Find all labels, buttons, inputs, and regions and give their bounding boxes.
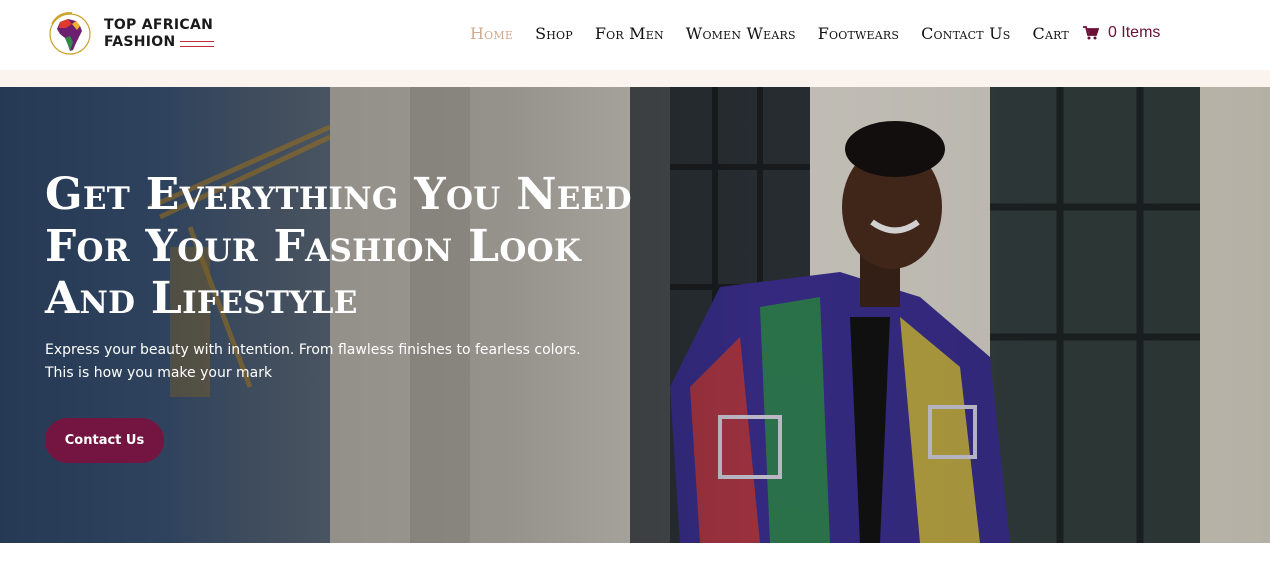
hero-title: Get Everything You Need For Your Fashion… xyxy=(45,169,632,324)
nav-cart[interactable]: Cart xyxy=(1033,24,1069,43)
logo-line-1: TOP AFRICAN xyxy=(104,17,214,33)
cart-item-count: 0 Items xyxy=(1107,24,1161,41)
nav-home[interactable]: Home xyxy=(470,24,513,43)
hero-subtitle-line-2: This is how you make your mark xyxy=(45,365,273,381)
logo-wordmark: TOP AFRICAN FASHION xyxy=(104,17,224,51)
logo-line-2: FASHION xyxy=(104,34,176,50)
header-divider-band xyxy=(0,70,1270,87)
hero-section: Get Everything You Need For Your Fashion… xyxy=(0,87,1270,543)
africa-map-logo-icon xyxy=(49,12,91,55)
hero-subtitle-line-1: Express your beauty with intention. From… xyxy=(45,342,581,358)
hero-subtitle: Express your beauty with intention. From… xyxy=(45,339,645,385)
shopping-cart-icon xyxy=(1082,26,1099,40)
nav-footwears[interactable]: Footwears xyxy=(818,24,899,43)
nav-women-wears[interactable]: Women Wears xyxy=(686,24,796,43)
contact-us-button[interactable]: Contact Us xyxy=(45,418,164,463)
logo-underline xyxy=(179,40,214,47)
nav-contact-us[interactable]: Contact Us xyxy=(921,24,1010,43)
nav-for-men[interactable]: For Men xyxy=(595,24,664,43)
main-nav: Home Shop For Men Women Wears Footwears … xyxy=(470,21,1160,45)
site-header: TOP AFRICAN FASHION Home Shop For Men Wo… xyxy=(0,0,1270,70)
site-logo[interactable]: TOP AFRICAN FASHION xyxy=(46,8,216,58)
page-bottom-space xyxy=(0,543,1270,586)
nav-shop[interactable]: Shop xyxy=(535,24,573,43)
cart-summary[interactable]: 0 Items xyxy=(1082,24,1161,42)
